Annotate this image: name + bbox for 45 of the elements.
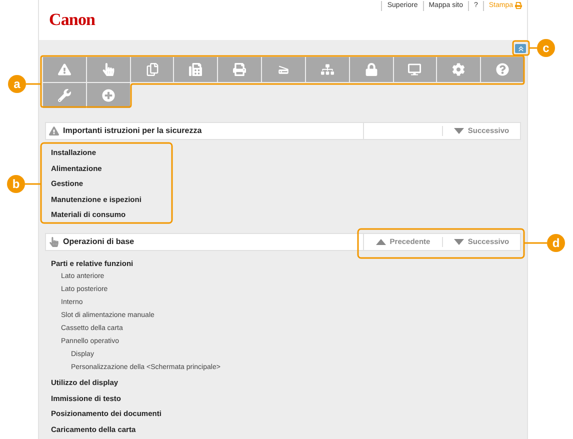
warning-icon [49, 126, 59, 136]
caret-down-icon [454, 238, 464, 244]
toolbar-button[interactable] [350, 57, 393, 82]
toolbar-button[interactable] [437, 57, 480, 82]
section-title: Importanti istruzioni per la sicurezza [63, 125, 202, 137]
monitor-icon [408, 63, 422, 76]
settings-icon [452, 63, 466, 76]
leader-line [26, 83, 41, 85]
leader-line [524, 242, 547, 244]
toolbar-button[interactable] [394, 57, 436, 82]
toolbar-button[interactable] [86, 83, 130, 108]
collapse-button[interactable] [515, 44, 526, 53]
hand-icon [49, 236, 59, 246]
callout-badge: b [7, 175, 25, 193]
callout-badge: a [8, 75, 26, 93]
scanner-icon [276, 63, 290, 76]
printer-icon [515, 2, 522, 9]
toolbar-button[interactable] [262, 57, 305, 82]
leader-line [25, 183, 41, 185]
caret-up-icon [376, 238, 386, 244]
toolbar-button[interactable] [86, 57, 130, 82]
wrench-icon [58, 89, 71, 102]
network-icon [320, 63, 334, 76]
leader-line [529, 47, 537, 49]
toolbar-button[interactable] [43, 83, 86, 108]
callout-badge: d [547, 234, 565, 252]
hand-icon [102, 63, 115, 76]
plus-icon [102, 89, 115, 102]
section-title: Operazioni di base [63, 236, 134, 248]
lock-icon [364, 63, 378, 76]
warning-icon [58, 63, 71, 76]
toolbar-button[interactable] [130, 57, 174, 82]
double-chevron-icon [518, 46, 524, 52]
callout-badge: c [537, 39, 555, 57]
logo: Canon [49, 9, 96, 32]
toolbar-button[interactable] [481, 57, 524, 82]
help-icon [496, 63, 510, 76]
fax-icon [189, 63, 202, 76]
copy-icon [146, 63, 159, 76]
toolbar-button[interactable] [218, 57, 262, 82]
toolbar-button[interactable] [306, 57, 349, 82]
toolbar-button[interactable] [43, 57, 86, 82]
toolbar-button[interactable] [174, 57, 218, 82]
caret-down-icon [454, 128, 464, 134]
printer-icon [233, 63, 246, 76]
